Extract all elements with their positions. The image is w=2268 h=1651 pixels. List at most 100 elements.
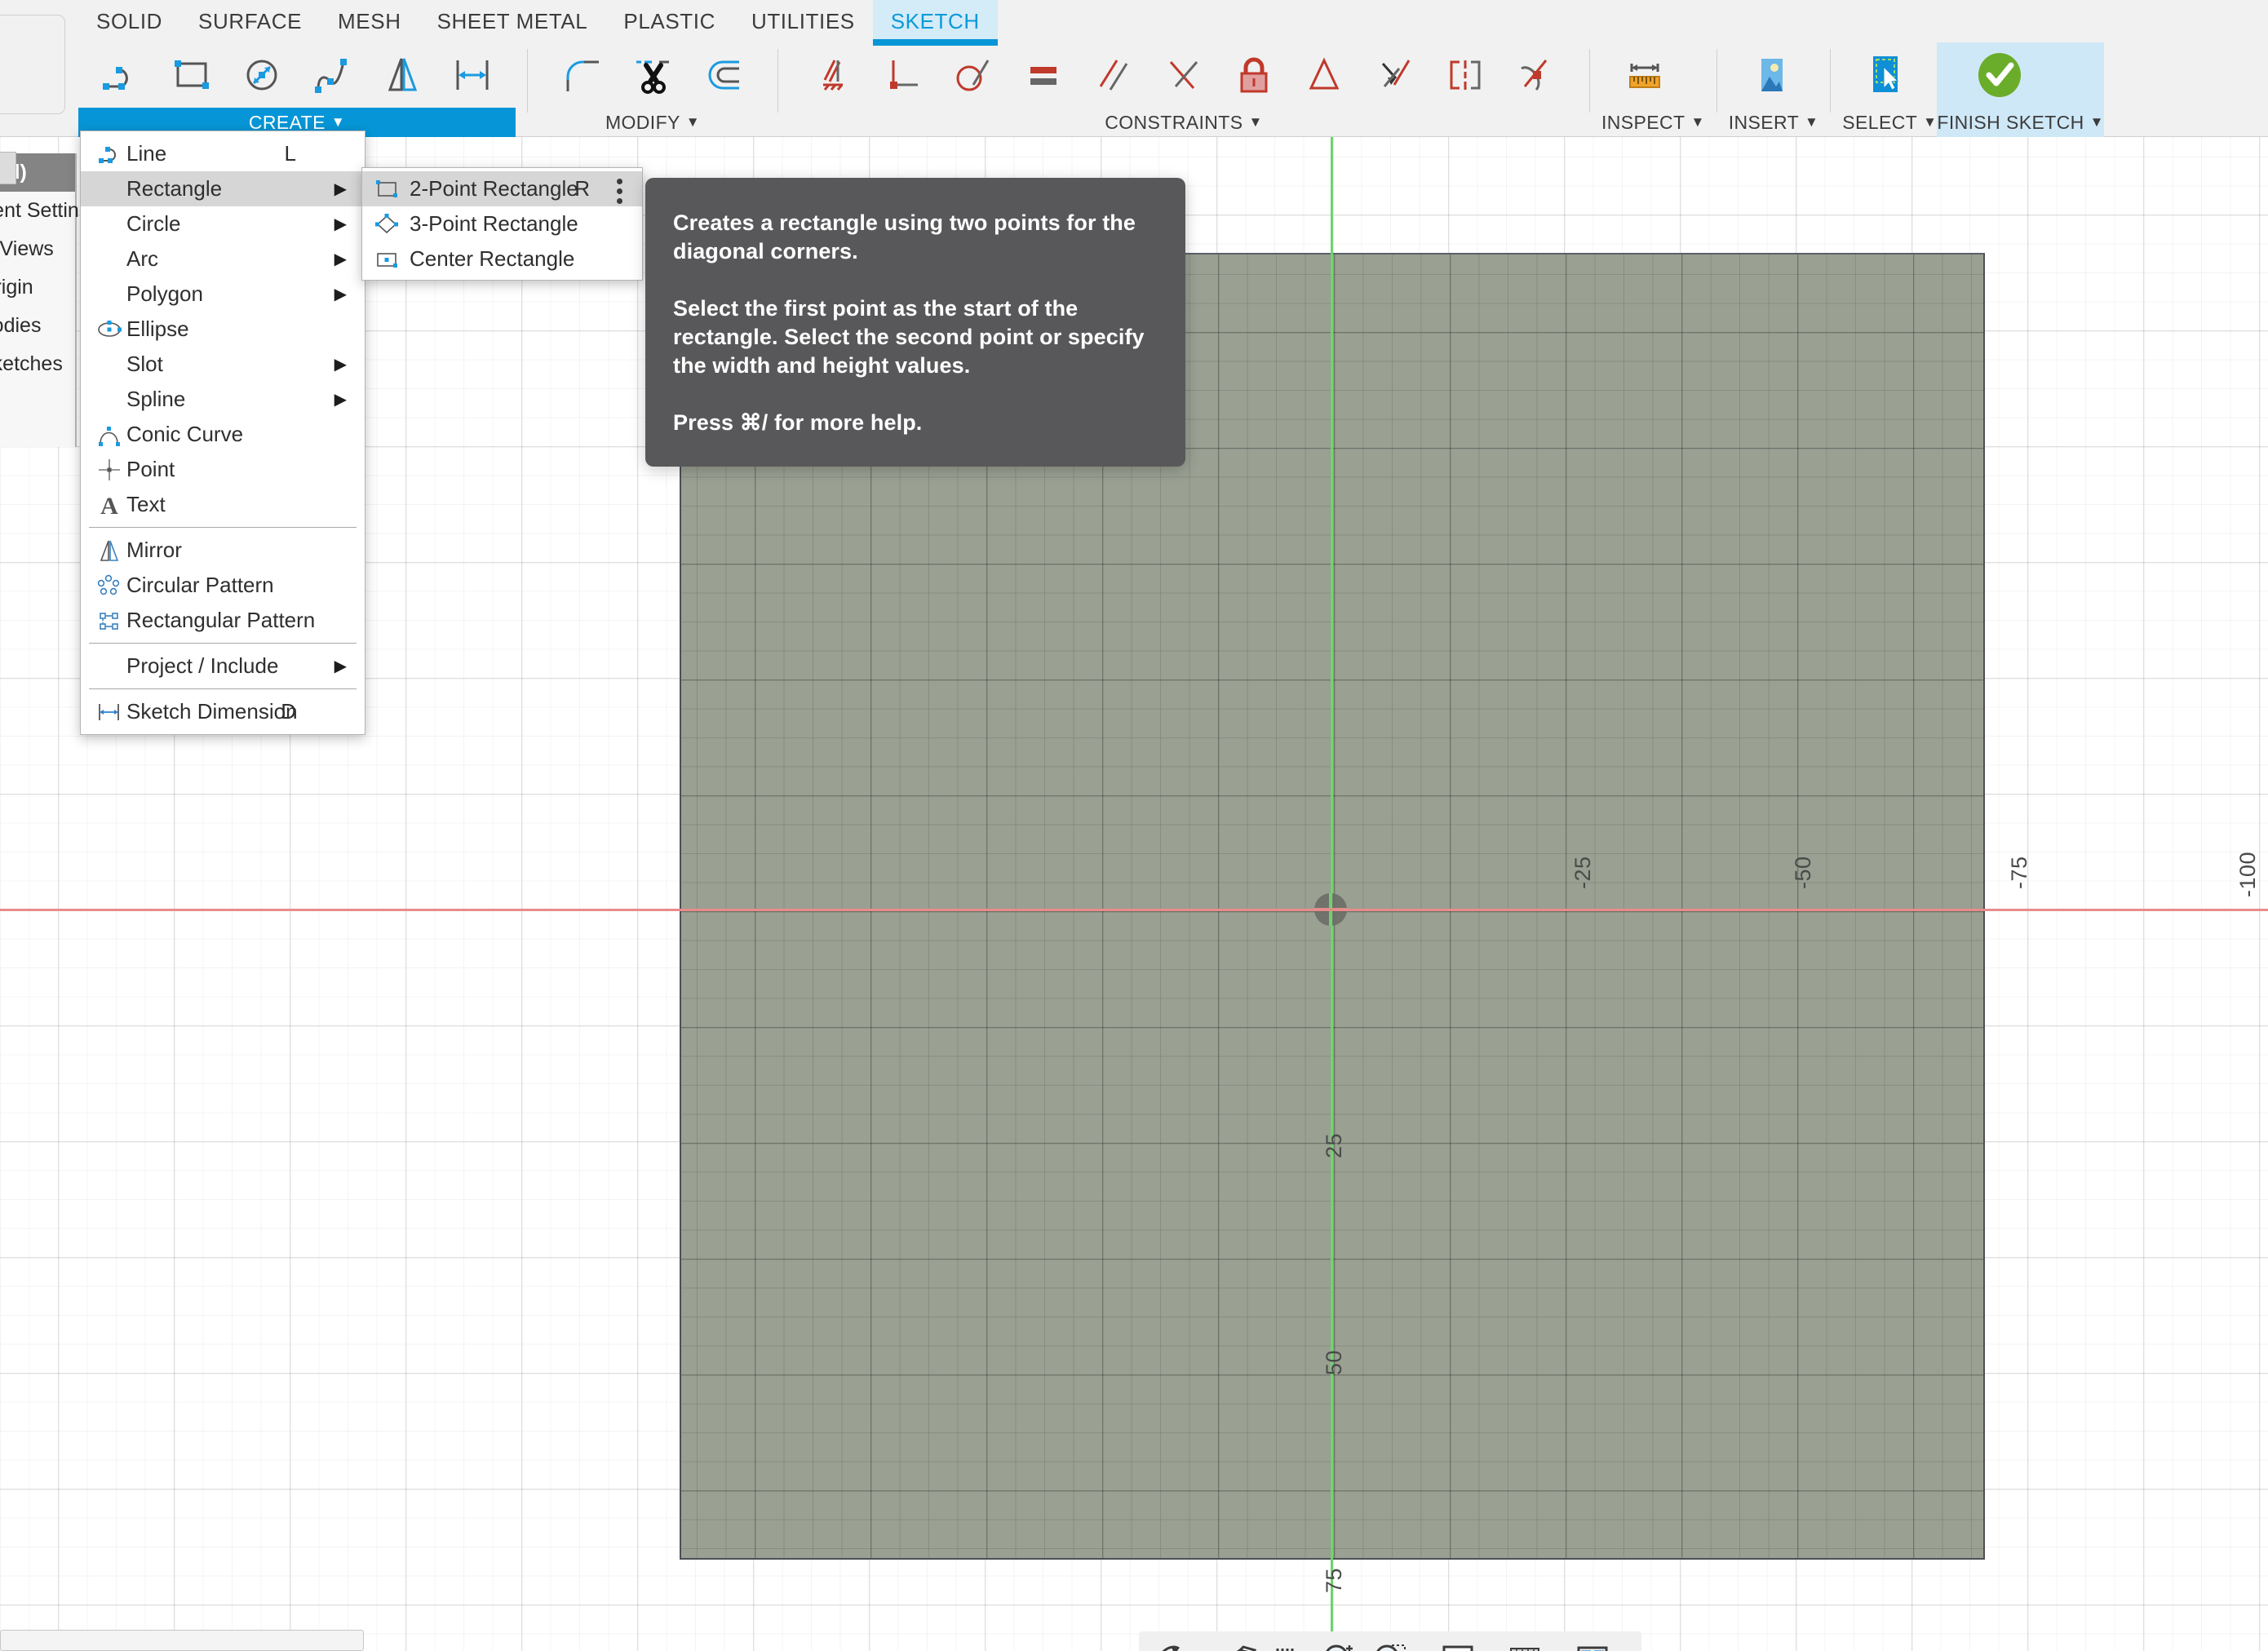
trim-icon[interactable]: [618, 44, 688, 106]
rectangle-icon[interactable]: [157, 44, 227, 106]
origin-point-marker[interactable]: [1314, 893, 1347, 926]
tab-sketch[interactable]: SKETCH: [872, 0, 998, 46]
collinear-icon[interactable]: [1429, 44, 1499, 106]
menu-item-circle[interactable]: Circle ▶: [81, 206, 365, 241]
measure-icon[interactable]: [1610, 44, 1680, 106]
panel-label-inspect[interactable]: INSPECT ▼: [1601, 108, 1705, 137]
fillet-icon[interactable]: [547, 44, 618, 106]
circle-icon[interactable]: [227, 44, 297, 106]
menu-item-slot-label: Slot: [126, 352, 163, 376]
menu-item-line-shortcut: L: [284, 141, 296, 166]
chevron-right-icon: ▶: [334, 356, 347, 374]
offset-icon[interactable]: [688, 44, 758, 106]
menu-item-line[interactable]: Line L: [81, 136, 365, 171]
horizontal-vertical-icon[interactable]: [798, 44, 868, 106]
panel-label-finish-sketch[interactable]: FINISH SKETCH ▼: [1937, 108, 2104, 137]
rectangle-submenu[interactable]: 2-Point Rectangle R 3-Point Rectangle Ce…: [361, 167, 643, 281]
submenu-item-2-point-rectangle[interactable]: 2-Point Rectangle R: [362, 171, 642, 206]
zoom-icon[interactable]: [1265, 1636, 1313, 1651]
submenu-item-3-point-rectangle[interactable]: 3-Point Rectangle: [362, 206, 642, 241]
insert-image-icon[interactable]: [1737, 44, 1807, 106]
display-settings-icon[interactable]: [1434, 1636, 1482, 1651]
create-dropdown-menu[interactable]: Line L Rectangle ▶ Circle ▶ Arc ▶ Polygo…: [80, 131, 365, 735]
chevron-down-icon: ▼: [1690, 114, 1705, 130]
concentric-icon[interactable]: [1359, 44, 1429, 106]
overflow-menu-icon[interactable]: [617, 179, 622, 208]
perpendicular-icon[interactable]: [1149, 44, 1219, 106]
browser-sketches-label: Sketches: [0, 352, 63, 375]
y-axis-line: [1331, 0, 1333, 1651]
ruler-label-v-0: 25: [1322, 1132, 1346, 1158]
panel-label-insert[interactable]: INSERT ▼: [1729, 108, 1819, 137]
fit-icon[interactable]: [1367, 1636, 1414, 1651]
menu-item-conic-curve[interactable]: Conic Curve: [81, 417, 365, 452]
browser-panel[interactable]: (Unsaved) Document Settings Named Views …: [0, 153, 100, 447]
menu-item-sketch-dimension-shortcut: D: [281, 699, 296, 724]
menu-item-arc[interactable]: Arc ▶: [81, 241, 365, 277]
panel-constraints: CONSTRAINTS ▼: [790, 42, 1578, 137]
view-navigation-bar[interactable]: ▼ ▼: [1139, 1631, 1642, 1651]
finish-sketch-check-icon[interactable]: [1965, 44, 2035, 106]
grid-snap-icon[interactable]: [1501, 1636, 1548, 1651]
timeline-bar[interactable]: [0, 1630, 364, 1651]
ruler-label-h-0: -25: [1570, 856, 1595, 889]
menu-item-rectangle-label: Rectangle: [126, 176, 223, 201]
two-point-rectangle-icon: [374, 176, 400, 202]
menu-item-rectangle[interactable]: Rectangle ▶: [81, 171, 365, 206]
command-tooltip: Creates a rectangle using two points for…: [645, 178, 1185, 467]
zoom-window-icon[interactable]: [1316, 1636, 1363, 1651]
menu-item-point[interactable]: Point: [81, 452, 365, 487]
menu-item-polygon[interactable]: Polygon ▶: [81, 277, 365, 312]
mirror-icon[interactable]: [367, 44, 437, 106]
menu-item-ellipse[interactable]: Ellipse: [81, 312, 365, 347]
curvature-icon[interactable]: [1499, 44, 1570, 106]
browser-row-bodies[interactable]: Bodies: [0, 307, 75, 345]
fusion360-window: -25 -50 -75 -100 25 50 75 (Unsaved) Docu…: [0, 0, 2268, 1651]
select-window-icon[interactable]: [1850, 44, 1920, 106]
menu-item-ellipse-label: Ellipse: [126, 316, 189, 341]
panel-label-select[interactable]: SELECT ▼: [1842, 108, 1937, 137]
ellipse-icon: [95, 316, 123, 343]
menu-item-spline[interactable]: Spline ▶: [81, 382, 365, 417]
chevron-right-icon: ▶: [334, 285, 347, 303]
browser-row-sketches[interactable]: Sketches: [0, 345, 75, 383]
browser-row-document-settings[interactable]: Document Settings: [0, 192, 100, 230]
tab-mesh[interactable]: MESH: [320, 0, 419, 42]
menu-item-sketch-dimension[interactable]: Sketch Dimension D: [81, 694, 365, 729]
menu-item-mirror[interactable]: Mirror: [81, 533, 365, 568]
browser-row-named-views[interactable]: Named Views: [0, 230, 75, 268]
tab-surface[interactable]: SURFACE: [180, 0, 320, 42]
menu-item-slot[interactable]: Slot ▶: [81, 347, 365, 382]
browser-collapse-handle[interactable]: [0, 152, 16, 184]
pan-icon[interactable]: [1215, 1636, 1262, 1651]
ruler-label-h-3: -100: [2235, 851, 2260, 897]
tangent-icon[interactable]: [938, 44, 1008, 106]
menu-item-rectangular-pattern[interactable]: Rectangular Pattern: [81, 603, 365, 638]
panel-label-constraints[interactable]: CONSTRAINTS ▼: [790, 108, 1578, 137]
submenu-item-center-rectangle[interactable]: Center Rectangle: [362, 241, 642, 277]
coincident-icon[interactable]: [868, 44, 938, 106]
equal-icon[interactable]: [1008, 44, 1079, 106]
menu-item-text-label: Text: [126, 492, 166, 516]
midpoint-icon[interactable]: [1289, 44, 1359, 106]
tooltip-paragraph-1: Creates a rectangle using two points for…: [673, 210, 1136, 264]
fix-unfix-icon[interactable]: [1219, 44, 1289, 106]
viewports-icon[interactable]: [1569, 1636, 1616, 1651]
chevron-right-icon: ▶: [334, 391, 347, 409]
orbit-icon[interactable]: [1147, 1636, 1194, 1651]
parallel-icon[interactable]: [1079, 44, 1149, 106]
line-icon[interactable]: [86, 44, 157, 106]
browser-row-origin[interactable]: Origin: [0, 268, 75, 307]
sketch-dimension-icon[interactable]: [437, 44, 507, 106]
menu-item-project-include[interactable]: Project / Include ▶: [81, 648, 365, 684]
tab-solid[interactable]: SOLID: [78, 0, 180, 42]
panel-finish-sketch[interactable]: FINISH SKETCH ▼: [1937, 42, 2104, 137]
menu-item-text[interactable]: A Text: [81, 487, 365, 522]
tab-plastic[interactable]: PLASTIC: [605, 0, 733, 42]
menu-item-circular-pattern[interactable]: Circular Pattern: [81, 568, 365, 603]
tab-sheet-metal[interactable]: SHEET METAL: [419, 0, 606, 42]
spline-icon[interactable]: [297, 44, 367, 106]
tab-utilities[interactable]: UTILITIES: [733, 0, 873, 42]
menu-divider: [89, 527, 357, 528]
panel-label-modify[interactable]: MODIFY ▼: [539, 108, 766, 137]
